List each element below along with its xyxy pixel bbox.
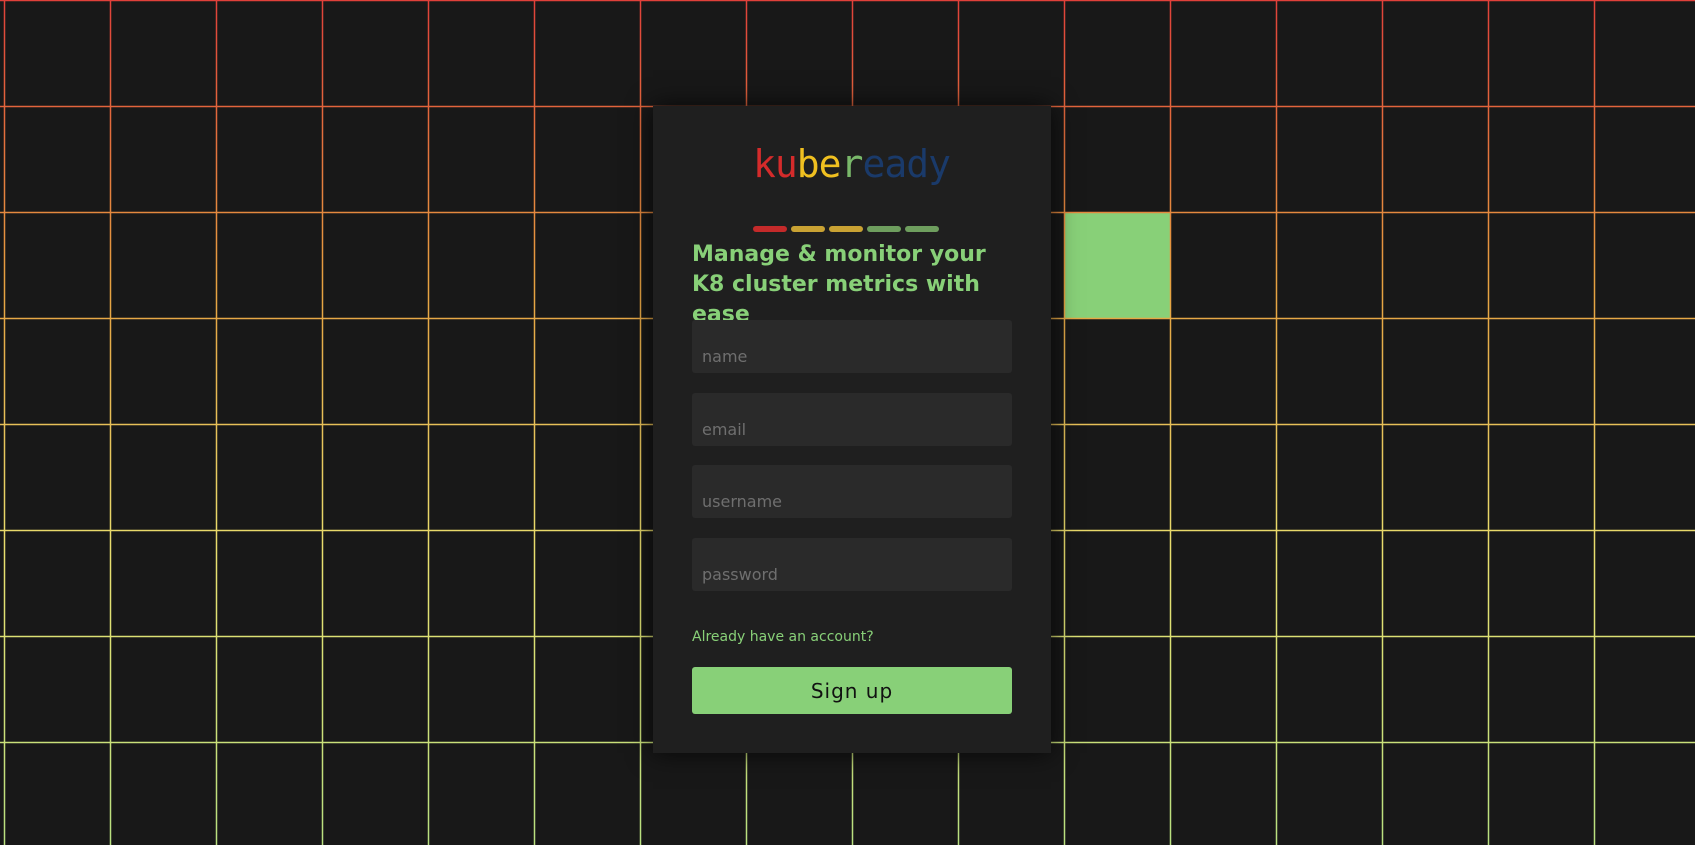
email-input[interactable] xyxy=(692,393,1012,446)
signup-button[interactable]: Sign up xyxy=(692,667,1012,714)
logo-bar xyxy=(753,226,787,232)
highlighted-grid-cell xyxy=(1064,212,1170,318)
logo-letter: u xyxy=(774,142,798,186)
logo-letter: y xyxy=(928,142,951,186)
logo-bar xyxy=(905,226,939,232)
signup-card: kubeready Manage & monitor your K8 clust… xyxy=(653,106,1051,753)
logo-letter: b xyxy=(796,142,820,186)
kuberready-logo: kubeready xyxy=(753,142,953,232)
logo-letter: e xyxy=(818,142,842,186)
logo-letter: d xyxy=(906,142,929,186)
page-headline: Manage & monitor your K8 cluster metrics… xyxy=(692,242,986,327)
login-link[interactable]: Already have an account? xyxy=(692,629,874,645)
password-input[interactable] xyxy=(692,538,1012,591)
logo-bar xyxy=(829,226,863,232)
logo-wordmark: kubeready xyxy=(753,142,951,186)
name-input[interactable] xyxy=(692,320,1012,373)
logo-letter: k xyxy=(753,142,776,186)
logo-bar xyxy=(867,226,901,232)
logo-letter: r xyxy=(840,142,864,186)
logo-letter: a xyxy=(884,142,907,186)
logo-bar xyxy=(791,226,825,232)
logo-letter: e xyxy=(862,142,885,186)
username-input[interactable] xyxy=(692,465,1012,518)
